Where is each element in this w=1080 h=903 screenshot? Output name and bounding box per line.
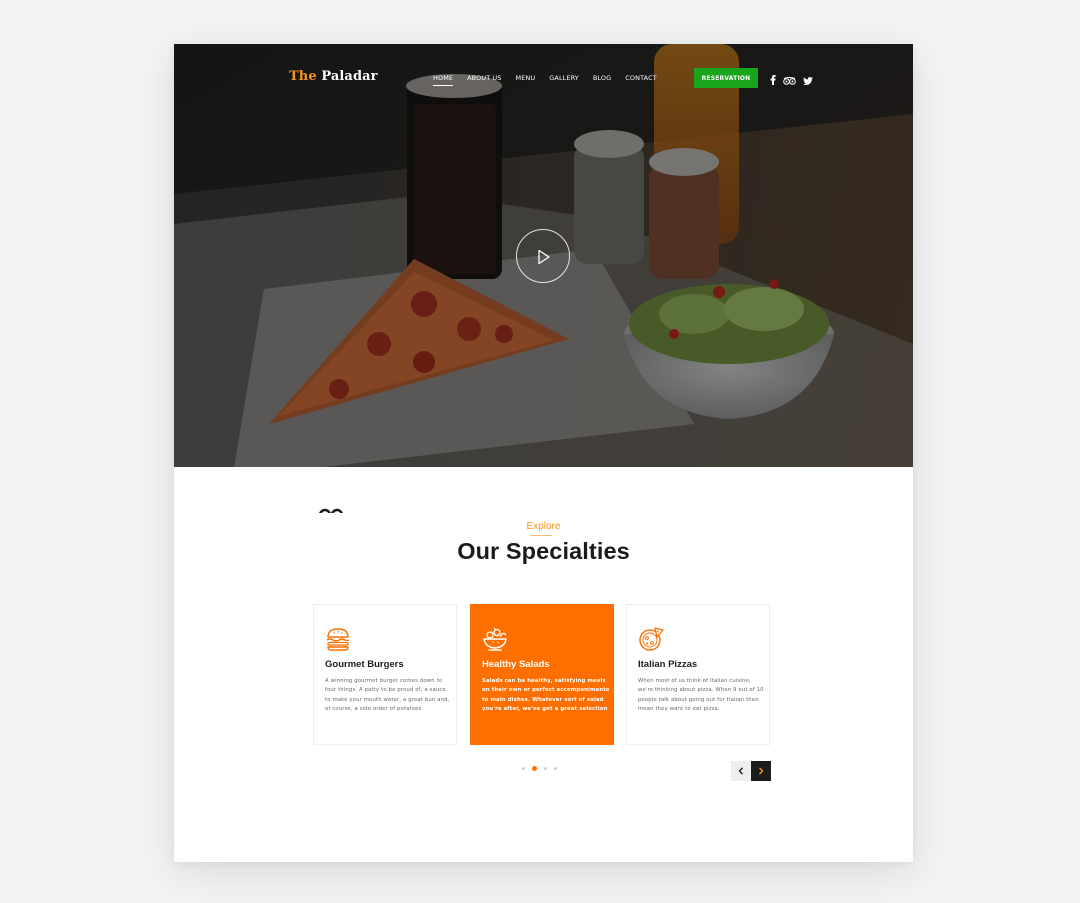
section-eyebrow: Explore (526, 521, 561, 532)
carousel-next-button[interactable] (751, 761, 771, 781)
nav-blog[interactable]: BLOG (593, 74, 611, 86)
eyebrow-divider (530, 535, 552, 536)
card-description: Salads can be healthy, satisfying meals … (482, 678, 610, 713)
pagination-dot-active[interactable] (532, 766, 537, 771)
nav-home[interactable]: HOME (433, 74, 454, 86)
tripadvisor-icon[interactable] (783, 72, 796, 90)
carousel-pagination (522, 766, 557, 771)
burger-icon (326, 628, 350, 651)
chevron-left-icon (738, 767, 744, 775)
carousel-prev-button[interactable] (731, 761, 751, 781)
main-nav: HOME ABOUT US MENU GALLERY BLOG CONTACT (433, 74, 671, 86)
brand-logo[interactable]: The Paladar (289, 69, 378, 84)
quote-mark-icon (319, 508, 343, 513)
nav-gallery[interactable]: GALLERY (549, 74, 579, 86)
nav-about-us[interactable]: ABOUT US (467, 74, 501, 86)
salad-icon (483, 627, 507, 651)
pagination-dot[interactable] (522, 767, 525, 770)
social-links (770, 72, 813, 90)
specialty-card-salads[interactable]: Healthy Salads Salads can be healthy, sa… (470, 604, 614, 745)
section-title: Our Specialties (457, 538, 630, 564)
chevron-right-icon (758, 767, 764, 775)
reservation-button[interactable]: RESERVATION (694, 68, 758, 88)
card-description: A winning gourmet burger comes down to f… (325, 678, 450, 713)
card-title: Healthy Salads (482, 659, 550, 670)
card-title: Italian Pizzas (638, 659, 698, 670)
specialty-card-burgers[interactable]: Gourmet Burgers A winning gourmet burger… (313, 604, 457, 745)
logo-name: Paladar (321, 69, 378, 84)
nav-menu[interactable]: MENU (516, 74, 536, 86)
nav-contact[interactable]: CONTACT (625, 74, 657, 86)
page: The Paladar HOME ABOUT US MENU GALLERY B… (174, 44, 913, 862)
play-video-button[interactable] (516, 229, 570, 283)
pizza-icon (639, 627, 664, 651)
play-icon (538, 249, 550, 265)
specialty-card-pizzas[interactable]: Italian Pizzas When most of us think of … (626, 604, 770, 745)
card-description: When most of us think of Italian cuisine… (638, 678, 764, 713)
logo-prefix: The (289, 69, 317, 84)
card-title: Gourmet Burgers (325, 659, 404, 670)
pagination-dot[interactable] (554, 767, 557, 770)
pagination-dot[interactable] (544, 767, 547, 770)
facebook-icon[interactable] (770, 72, 776, 90)
twitter-icon[interactable] (803, 72, 813, 90)
hero-section: The Paladar HOME ABOUT US MENU GALLERY B… (174, 44, 913, 467)
